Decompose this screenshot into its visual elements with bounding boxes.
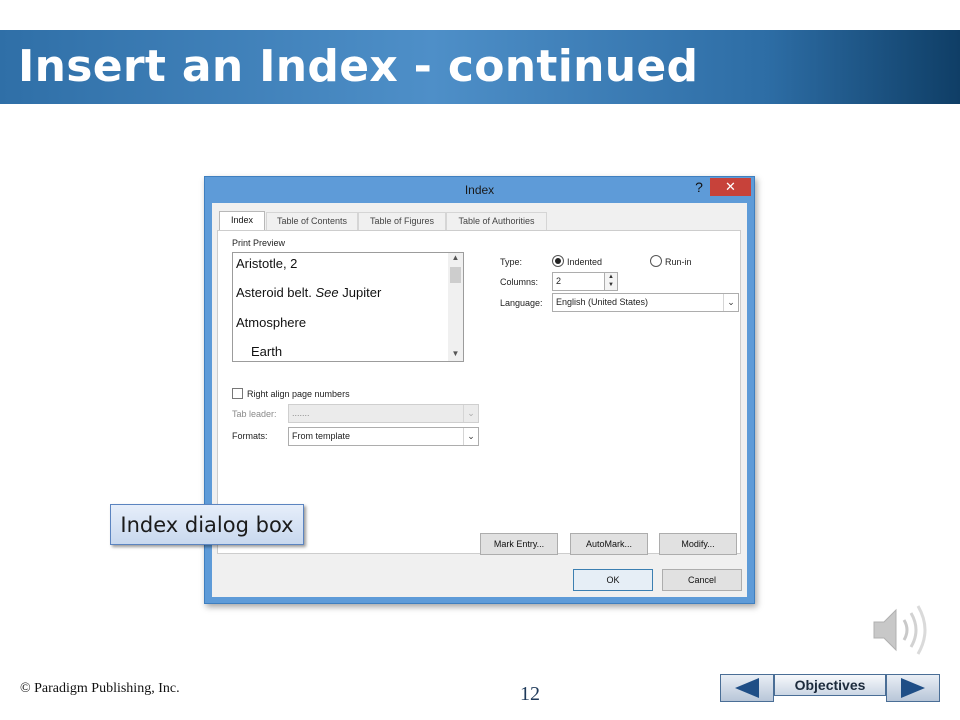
preview-line: Aristotle, 2 [236, 256, 298, 271]
right-align-checkbox[interactable] [232, 388, 243, 399]
copyright-text: © Paradigm Publishing, Inc. [20, 681, 180, 696]
preview-line: Atmosphere [236, 315, 307, 330]
tab-leader-label: Tab leader: [232, 409, 277, 419]
arrow-right-icon [901, 678, 925, 698]
run-in-radio[interactable] [650, 255, 662, 267]
tab-index[interactable]: Index [219, 211, 265, 231]
callout-text: Index dialog box [120, 513, 294, 537]
slide-navigation: Objectives [720, 674, 940, 702]
formats-value: From template [292, 431, 351, 441]
slide-title: Insert an Index - continued [18, 41, 699, 92]
preview-line: Earth [251, 344, 283, 359]
close-button[interactable]: ✕ [710, 178, 751, 196]
objectives-button[interactable]: Objectives [774, 674, 886, 696]
preview-text: Jupiter [342, 285, 382, 300]
tab-leader-select: ....... ⌄ [288, 404, 479, 423]
chevron-down-icon[interactable]: ▼ [448, 349, 463, 361]
columns-label: Columns: [500, 277, 539, 287]
cancel-button[interactable]: Cancel [662, 569, 742, 591]
type-label: Type: [500, 257, 523, 267]
scrollbar-thumb[interactable] [450, 267, 461, 283]
formats-label: Formats: [232, 431, 268, 441]
tab-table-of-contents[interactable]: Table of Contents [266, 212, 358, 230]
tab-table-of-figures[interactable]: Table of Figures [358, 212, 446, 230]
chevron-down-icon: ⌄ [463, 405, 478, 422]
print-preview-label: Print Preview [232, 238, 286, 248]
preview-scrollbar[interactable]: ▲ ▼ [448, 253, 463, 361]
dialog-titlebar: Index ? ✕ [205, 177, 754, 203]
columns-stepper[interactable]: 2 ▲ ▼ [552, 272, 618, 291]
preview-line: Asteroid belt. See Jupiter [236, 285, 381, 300]
dialog-callout: Index dialog box [110, 504, 304, 545]
tab-leader-value: ....... [292, 408, 310, 418]
ok-button[interactable]: OK [573, 569, 653, 591]
help-button[interactable]: ? [689, 179, 709, 199]
dialog-title: Index [464, 183, 495, 197]
columns-value: 2 [556, 276, 562, 286]
tab-table-of-authorities[interactable]: Table of Authorities [446, 212, 547, 230]
arrow-left-icon [735, 678, 759, 698]
previous-slide-button[interactable] [720, 674, 774, 702]
language-label: Language: [500, 298, 543, 308]
chevron-up-icon[interactable]: ▲ [448, 253, 463, 265]
preview-see: See [315, 285, 339, 300]
next-slide-button[interactable] [886, 674, 940, 702]
indented-radio[interactable] [552, 255, 564, 267]
chevron-down-icon[interactable]: ⌄ [463, 428, 478, 445]
stepper-down-icon[interactable]: ▼ [604, 281, 617, 290]
chevron-down-icon[interactable]: ⌄ [723, 294, 738, 311]
language-select[interactable]: English (United States) ⌄ [552, 293, 739, 312]
modify-button[interactable]: Modify... [659, 533, 737, 555]
formats-select[interactable]: From template ⌄ [288, 427, 479, 446]
mark-entry-button[interactable]: Mark Entry... [480, 533, 558, 555]
print-preview-box: Aristotle, 2 Asteroid belt. See Jupiter … [232, 252, 464, 362]
indented-label[interactable]: Indented [567, 257, 602, 267]
preview-text: Asteroid belt. [236, 285, 312, 300]
automark-button[interactable]: AutoMark... [570, 533, 648, 555]
run-in-label[interactable]: Run-in [665, 257, 692, 267]
right-align-label[interactable]: Right align page numbers [247, 389, 350, 399]
page-number: 12 [520, 683, 540, 705]
radio-selected-dot [555, 258, 561, 264]
speaker-icon[interactable] [870, 600, 936, 660]
language-value: English (United States) [556, 297, 649, 307]
